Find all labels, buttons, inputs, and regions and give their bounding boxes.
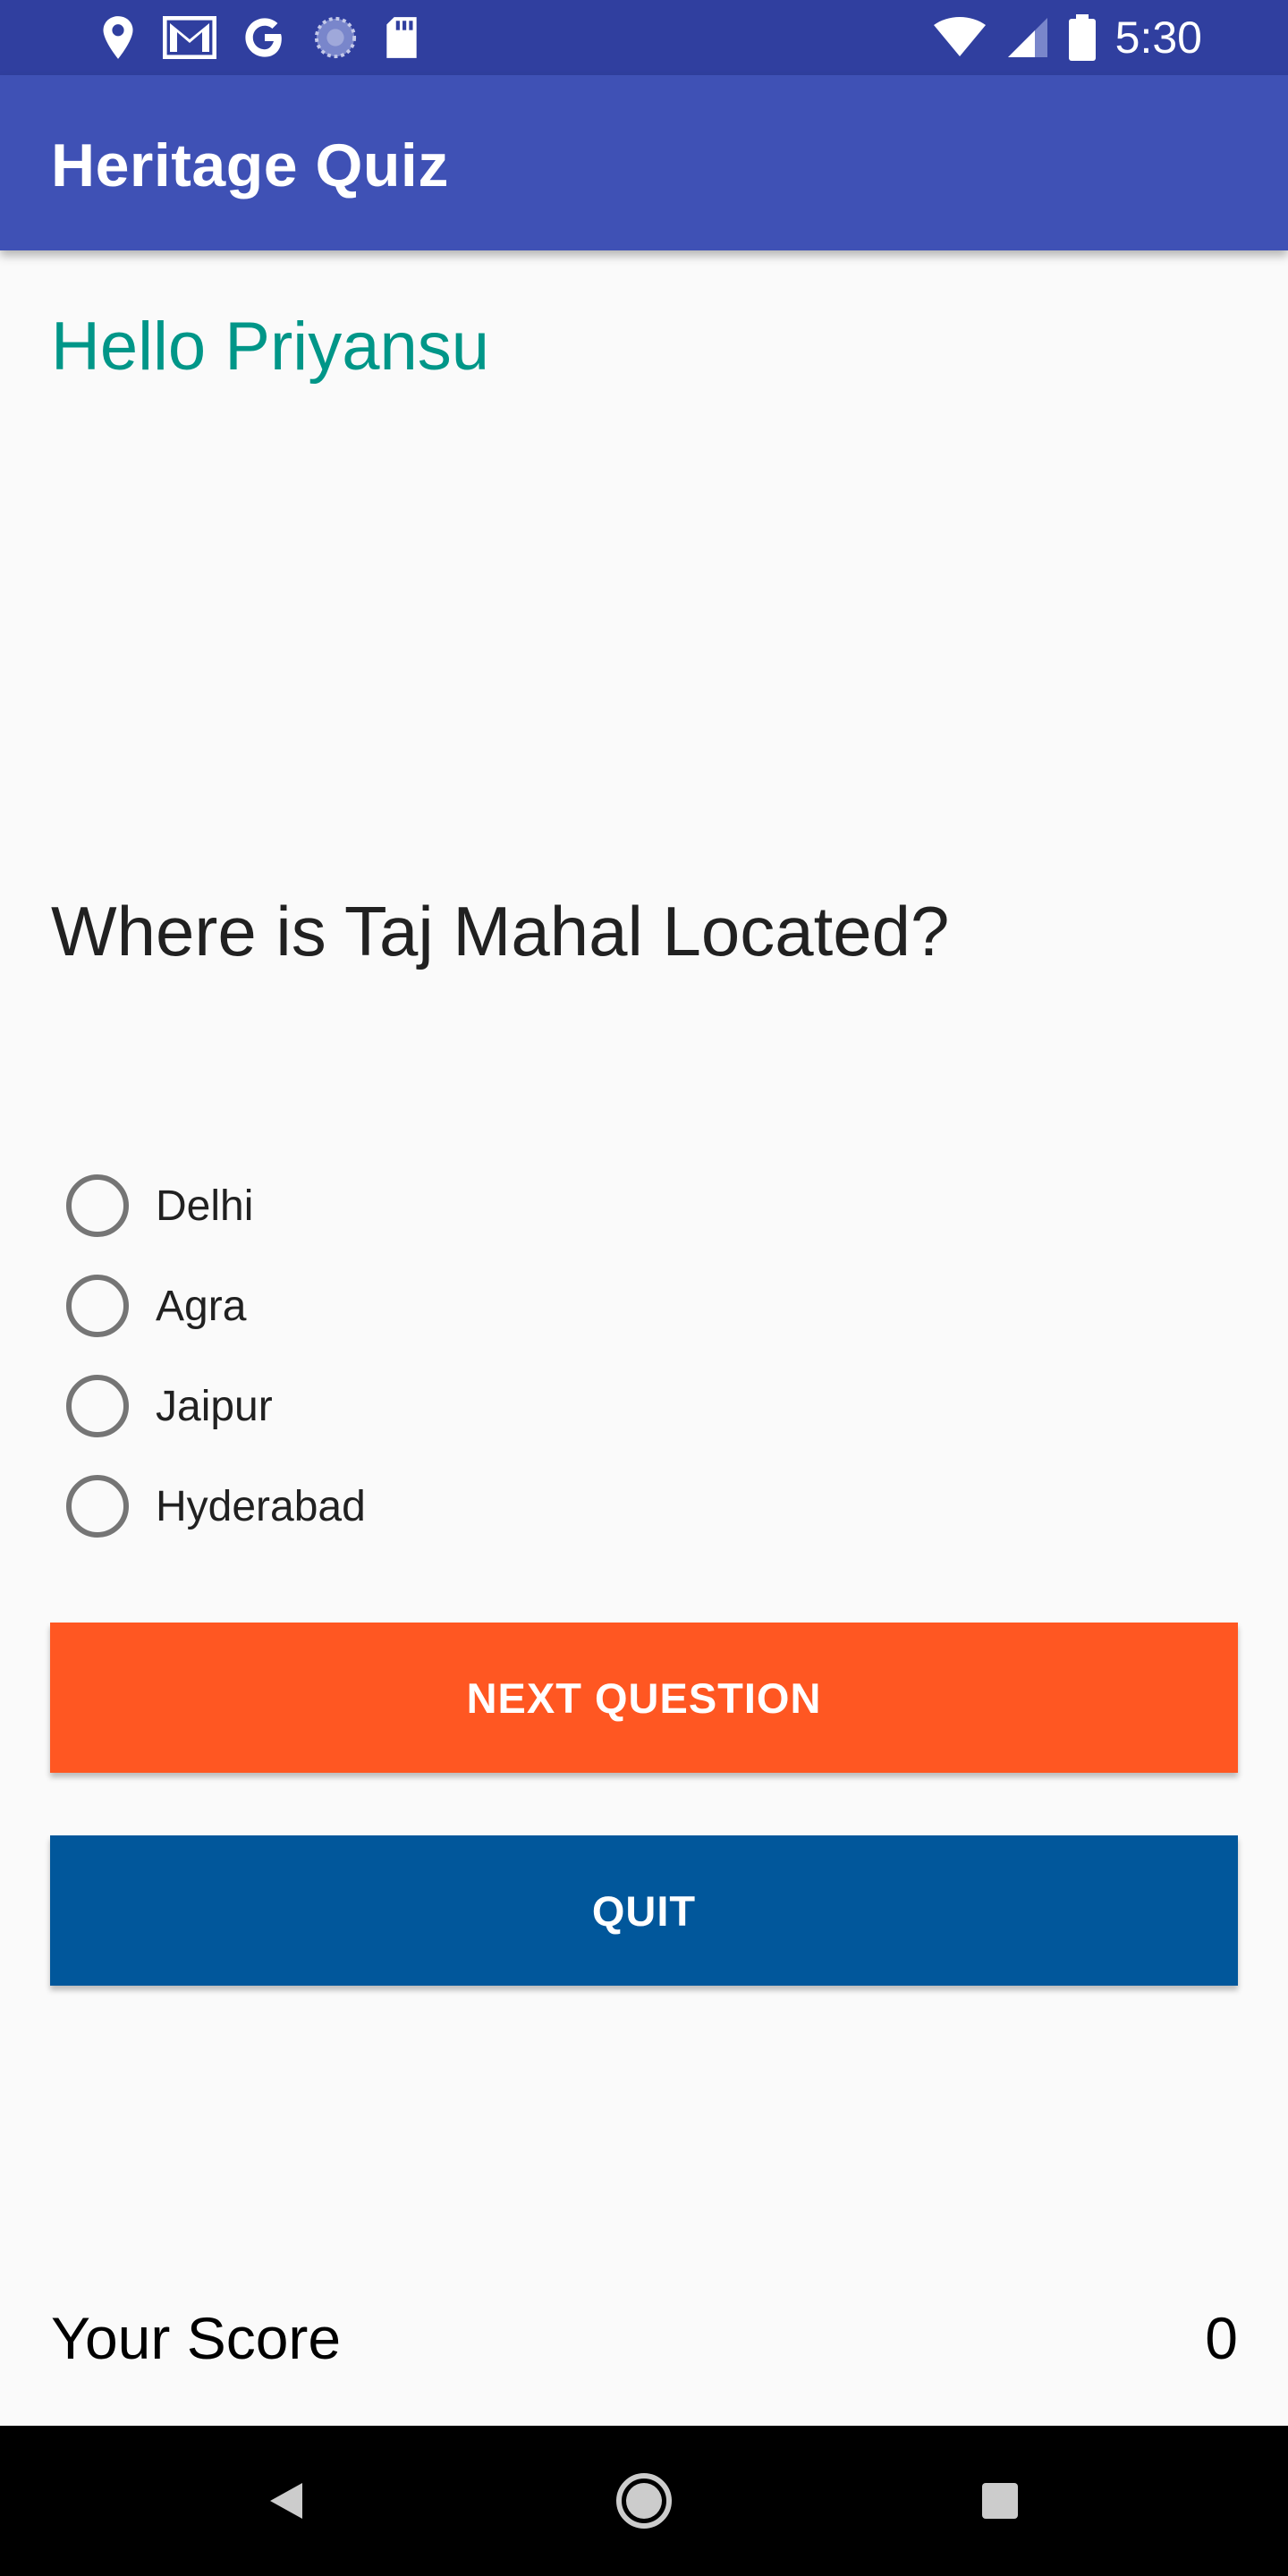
- radio-button[interactable]: [66, 1275, 129, 1337]
- option-delhi[interactable]: Delhi: [66, 1156, 603, 1256]
- home-icon: [616, 2473, 672, 2529]
- signal-icon: [1007, 18, 1047, 57]
- system-icons: 5:30: [933, 13, 1202, 63]
- app-title: Heritage Quiz: [51, 131, 449, 199]
- wifi-icon: [933, 17, 986, 56]
- recents-icon: [982, 2483, 1018, 2519]
- radio-button[interactable]: [66, 1174, 129, 1237]
- option-jaipur[interactable]: Jaipur: [66, 1356, 603, 1456]
- navigation-bar: [0, 2426, 1288, 2576]
- score-label: Your Score: [51, 2305, 342, 2371]
- radio-button[interactable]: [66, 1475, 129, 1538]
- score-value: 0: [1205, 2305, 1238, 2371]
- back-button[interactable]: [197, 2426, 376, 2576]
- sync-icon: [314, 16, 357, 59]
- option-hyderabad[interactable]: Hyderabad: [66, 1456, 603, 1556]
- option-agra[interactable]: Agra: [66, 1256, 603, 1356]
- battery-icon: [1068, 14, 1096, 61]
- radio-button[interactable]: [66, 1375, 129, 1437]
- status-time: 5:30: [1114, 13, 1202, 63]
- recents-button[interactable]: [911, 2426, 1089, 2576]
- option-label: Delhi: [156, 1182, 254, 1230]
- question-text: Where is Taj Mahal Located?: [51, 892, 950, 970]
- location-icon: [103, 16, 133, 59]
- answer-radio-group: Delhi Agra Jaipur Hyderabad: [66, 1156, 603, 1556]
- sd-card-icon: [386, 17, 417, 58]
- option-label: Agra: [156, 1282, 247, 1330]
- option-label: Jaipur: [156, 1382, 273, 1430]
- home-button[interactable]: [555, 2426, 733, 2576]
- google-icon: [245, 18, 282, 57]
- screen: 5:30 Heritage Quiz Hello Priyansu Where …: [0, 0, 1288, 2576]
- quit-button[interactable]: QUIT: [50, 1835, 1238, 1986]
- back-icon: [270, 2483, 302, 2519]
- option-label: Hyderabad: [156, 1482, 366, 1530]
- status-bar: 5:30: [0, 0, 1288, 75]
- gmail-icon: [163, 16, 216, 59]
- greeting-text: Hello Priyansu: [51, 309, 489, 385]
- next-question-button[interactable]: NEXT QUESTION: [50, 1623, 1238, 1773]
- notification-icons: [98, 13, 420, 63]
- app-bar: Heritage Quiz: [0, 75, 1288, 250]
